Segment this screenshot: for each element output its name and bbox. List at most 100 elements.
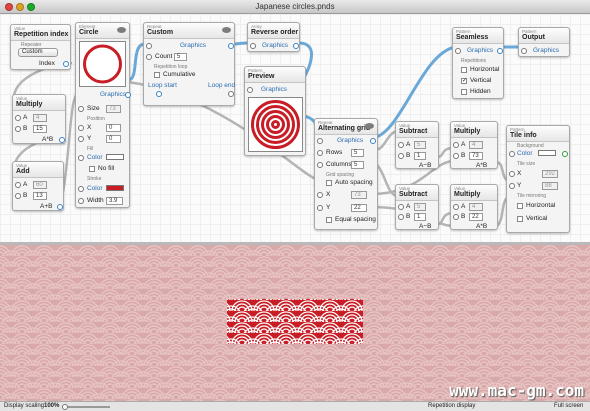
width-input-port[interactable] bbox=[78, 198, 84, 204]
size-input-port[interactable] bbox=[78, 106, 84, 112]
visibility-eye-icon[interactable] bbox=[222, 27, 231, 33]
node-alternating-grid[interactable]: Repeat Alternating grid Graphics Rows 5 C… bbox=[314, 118, 378, 230]
node-subtract-2[interactable]: Value Subtract A 5 B 1 A−B bbox=[395, 184, 439, 230]
graphics-input-port[interactable] bbox=[455, 48, 461, 54]
fill-color-swatch[interactable] bbox=[106, 154, 124, 160]
graphics-output-port[interactable] bbox=[370, 138, 376, 144]
loop-end-port[interactable] bbox=[228, 91, 234, 97]
node-multiply-2[interactable]: Value Multiply A 4 B 73 A*B bbox=[450, 121, 498, 169]
graphics-output-port[interactable] bbox=[125, 92, 131, 98]
a-input-port[interactable] bbox=[15, 182, 21, 188]
loop-start-port[interactable] bbox=[156, 91, 162, 97]
node-preview[interactable]: Pattern Preview Graphics bbox=[244, 66, 306, 156]
graphics-input-port[interactable] bbox=[250, 43, 256, 49]
a-value-field[interactable]: 4 bbox=[33, 114, 47, 122]
node-circle[interactable]: Element Circle Graphics Size 73 Position … bbox=[75, 22, 131, 208]
b-input-port[interactable] bbox=[453, 214, 459, 220]
b-value-field[interactable]: 1 bbox=[414, 213, 426, 221]
a-input-port[interactable] bbox=[453, 204, 459, 210]
mirror-vertical-checkbox[interactable] bbox=[517, 216, 523, 222]
b-value-field[interactable]: 13 bbox=[33, 192, 47, 200]
a-input-port[interactable] bbox=[453, 142, 459, 148]
y-input-port[interactable] bbox=[509, 183, 515, 189]
no-fill-checkbox[interactable] bbox=[89, 166, 95, 172]
node-reverse-order[interactable]: Array Reverse order Graphics bbox=[247, 22, 300, 52]
x-value-field[interactable]: 0 bbox=[106, 124, 121, 132]
node-multiply-1[interactable]: Value Multiply A 4 B 15 A*B bbox=[12, 94, 66, 144]
columns-value-field[interactable]: 5 bbox=[351, 161, 364, 169]
visibility-eye-icon[interactable] bbox=[117, 27, 126, 33]
auto-spacing-checkbox[interactable] bbox=[326, 180, 332, 186]
node-repetition-index[interactable]: Value Repetition index Repeater Custom In… bbox=[10, 24, 71, 70]
a-input-port[interactable] bbox=[398, 204, 404, 210]
graphics-input-port[interactable] bbox=[146, 43, 152, 49]
x-input-port[interactable] bbox=[509, 171, 515, 177]
cumulative-checkbox[interactable] bbox=[154, 72, 160, 78]
width-value-field[interactable]: 3.9 bbox=[106, 197, 123, 205]
x-value-field[interactable]: 73 bbox=[351, 191, 367, 199]
color-output-port[interactable] bbox=[562, 151, 568, 157]
stroke-color-input-port[interactable] bbox=[78, 186, 84, 192]
size-value-field[interactable]: 73 bbox=[106, 105, 121, 113]
a-value-field[interactable]: 5 bbox=[414, 203, 426, 211]
rows-input-port[interactable] bbox=[317, 150, 323, 156]
node-output[interactable]: Pattern Output Graphics bbox=[518, 27, 570, 57]
graphics-output-port[interactable] bbox=[228, 43, 234, 49]
node-add[interactable]: Value Add A 60 B 13 A+B bbox=[12, 161, 64, 211]
b-value-field[interactable]: 22 bbox=[469, 213, 483, 221]
b-input-port[interactable] bbox=[453, 153, 459, 159]
node-subtract-1[interactable]: Value Subtract A 5 B 1 A−B bbox=[395, 121, 439, 169]
a-value-field[interactable]: 4 bbox=[469, 203, 483, 211]
visibility-eye-icon[interactable] bbox=[365, 123, 374, 129]
hidden-checkbox[interactable] bbox=[461, 89, 467, 95]
equal-spacing-checkbox[interactable] bbox=[326, 217, 332, 223]
a-value-field[interactable]: 60 bbox=[33, 181, 47, 189]
background-color-swatch[interactable] bbox=[538, 150, 556, 156]
mirror-horizontal-checkbox[interactable] bbox=[517, 203, 523, 209]
b-input-port[interactable] bbox=[398, 214, 404, 220]
graphics-output-port[interactable] bbox=[293, 43, 299, 49]
y-value-field[interactable]: 0 bbox=[106, 135, 121, 143]
result-output-port[interactable] bbox=[57, 204, 63, 210]
count-value-field[interactable]: 5 bbox=[174, 53, 187, 61]
node-custom[interactable]: Repeat Custom Graphics Count 5 Repetition… bbox=[143, 22, 235, 106]
vertical-checkbox[interactable]: ✓ bbox=[461, 78, 467, 84]
node-multiply-3[interactable]: Value Multiply A 4 B 22 A*B bbox=[450, 184, 498, 230]
stroke-color-swatch[interactable] bbox=[106, 185, 124, 191]
y-value-field[interactable]: 88 bbox=[542, 182, 558, 190]
x-input-port[interactable] bbox=[78, 125, 84, 131]
y-input-port[interactable] bbox=[317, 205, 323, 211]
x-input-port[interactable] bbox=[317, 192, 323, 198]
b-input-port[interactable] bbox=[15, 126, 21, 132]
a-input-port[interactable] bbox=[398, 142, 404, 148]
node-seamless[interactable]: Pattern Seamless Graphics Repetitions Hor… bbox=[452, 27, 504, 99]
count-input-port[interactable] bbox=[146, 54, 152, 60]
b-input-port[interactable] bbox=[15, 193, 21, 199]
node-editor[interactable]: Value Repetition index Repeater Custom In… bbox=[0, 14, 590, 242]
b-value-field[interactable]: 1 bbox=[414, 152, 426, 160]
index-output-port[interactable] bbox=[63, 61, 69, 67]
a-input-port[interactable] bbox=[15, 115, 21, 121]
b-value-field[interactable]: 15 bbox=[33, 125, 47, 133]
full-screen-button[interactable]: Full screen bbox=[554, 403, 583, 409]
graphics-input-port[interactable] bbox=[521, 48, 527, 54]
b-input-port[interactable] bbox=[398, 153, 404, 159]
repeater-select[interactable]: Custom bbox=[18, 48, 58, 57]
repetition-display-label[interactable]: Repetition display bbox=[428, 403, 475, 409]
graphics-input-port[interactable] bbox=[247, 87, 253, 93]
rows-value-field[interactable]: 5 bbox=[351, 149, 364, 157]
background-color-input-port[interactable] bbox=[509, 151, 515, 157]
horizontal-checkbox[interactable] bbox=[461, 67, 467, 73]
graphics-output-port[interactable] bbox=[497, 48, 503, 54]
a-value-field[interactable]: 5 bbox=[414, 141, 426, 149]
scaling-slider-knob[interactable] bbox=[62, 404, 68, 410]
a-value-field[interactable]: 4 bbox=[469, 141, 483, 149]
y-value-field[interactable]: 22 bbox=[351, 204, 367, 212]
columns-input-port[interactable] bbox=[317, 162, 323, 168]
result-output-port[interactable] bbox=[59, 137, 65, 143]
x-value-field[interactable]: 292 bbox=[542, 170, 558, 178]
fill-color-input-port[interactable] bbox=[78, 155, 84, 161]
b-value-field[interactable]: 73 bbox=[469, 152, 483, 160]
scaling-slider[interactable] bbox=[62, 404, 110, 410]
node-tile-info[interactable]: Pattern Tile info Background Color Tile s… bbox=[506, 125, 570, 233]
